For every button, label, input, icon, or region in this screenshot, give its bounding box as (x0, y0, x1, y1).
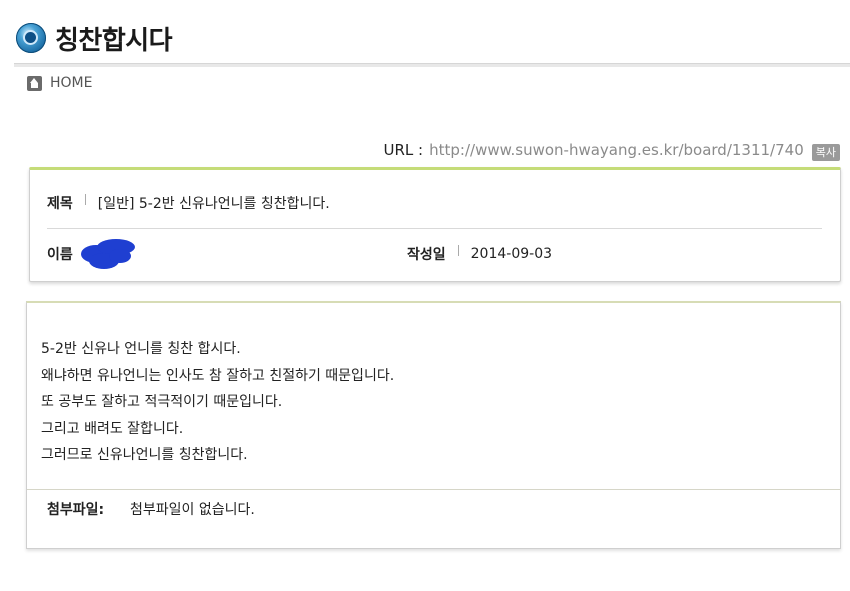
breadcrumb-home-link[interactable]: HOME (50, 75, 92, 91)
subject-value: [일반] 5-2반 신유나언니를 칭찬합니다. (97, 196, 330, 212)
page-title: 칭찬합시다 (55, 25, 173, 56)
name-label: 이름 (47, 247, 73, 263)
body-line: 왜냐하면 유나언니는 인사도 참 잘하고 친절하기 때문입니다. (41, 367, 395, 384)
date-value: 2014-09-03 (470, 246, 553, 262)
body-line: 또 공부도 잘하고 적극적이기 때문입니다. (41, 394, 283, 411)
breadcrumb[interactable]: HOME (27, 75, 92, 91)
body-line: 5-2반 신유나 언니를 칭찬 합시다. (41, 341, 241, 357)
separator (84, 193, 86, 205)
copy-url-button[interactable]: 복사 (811, 144, 840, 161)
post-body: 5-2반 신유나 언니를 칭찬 합시다. 왜냐하면 유나언니는 인사도 참 잘하… (41, 336, 394, 469)
title-divider (14, 63, 850, 67)
post-content-box: 5-2반 신유나 언니를 칭찬 합시다. 왜냐하면 유나언니는 인사도 참 잘하… (26, 301, 841, 549)
date-group: 작성일 2014-09-03 (407, 244, 552, 264)
post-meta-box: 제목 [일반] 5-2반 신유나언니를 칭찬합니다. 이름 작성일 2014-0… (29, 167, 841, 282)
attachment-divider (27, 489, 840, 490)
separator (457, 244, 459, 256)
date-label: 작성일 (407, 247, 446, 263)
url-label: URL : (383, 140, 424, 159)
page-header: 칭찬합시다 (16, 22, 173, 56)
redacted-name (79, 237, 137, 271)
home-icon[interactable] (27, 75, 42, 91)
attachment-label: 첨부파일: (47, 502, 105, 518)
body-line: 그리고 배려도 잘합니다. (41, 420, 184, 437)
url-row: URL : http://www.suwon-hwayang.es.kr/boa… (384, 138, 840, 161)
subject-row: 제목 [일반] 5-2반 신유나언니를 칭찬합니다. (47, 178, 822, 229)
attachment-row: 첨부파일: 첨부파일이 없습니다. (47, 499, 255, 519)
subject-label: 제목 (47, 196, 73, 212)
attachment-value: 첨부파일이 없습니다. (130, 502, 255, 518)
name-row: 이름 작성일 2014-09-03 (47, 229, 822, 279)
url-value[interactable]: http://www.suwon-hwayang.es.kr/board/131… (429, 141, 804, 159)
disc-icon (16, 23, 46, 53)
body-line: 그러므로 신유나언니를 칭찬합니다. (41, 447, 248, 464)
